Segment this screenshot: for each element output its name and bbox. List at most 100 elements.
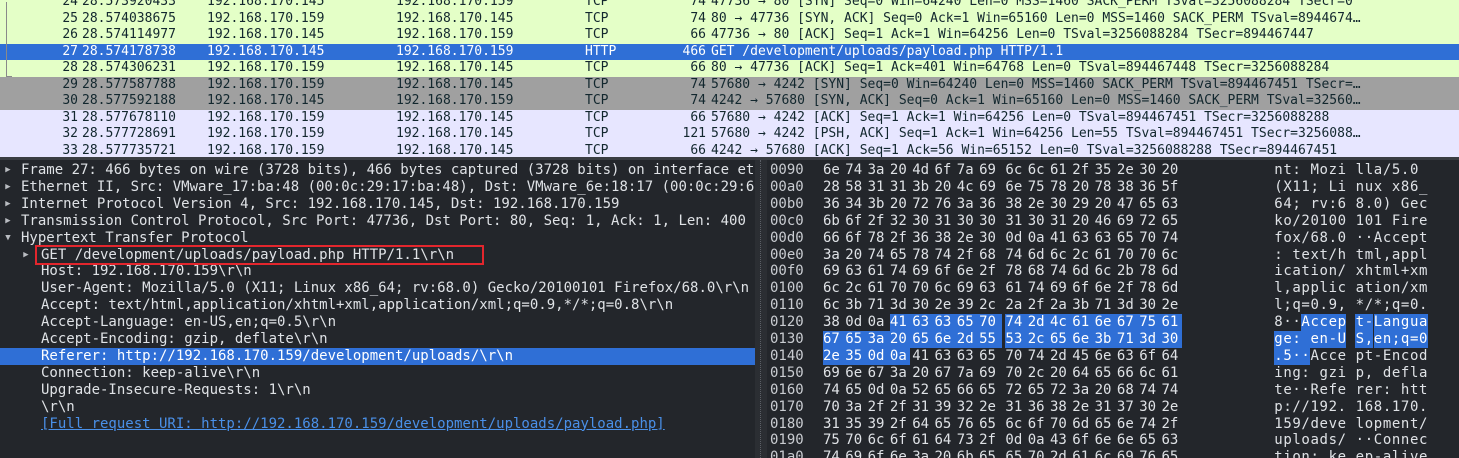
- hex-byte[interactable]: 6e: [1094, 314, 1118, 332]
- hex-byte[interactable]: 0a: [889, 347, 910, 365]
- hex-byte[interactable]: 66: [957, 382, 977, 399]
- ascii-char[interactable]: 1: [1374, 213, 1383, 230]
- ascii-char[interactable]: -: [1374, 449, 1383, 458]
- hex-byte[interactable]: 63: [912, 314, 936, 332]
- ascii-char[interactable]: _: [1419, 179, 1428, 196]
- ascii-char[interactable]: p: [1301, 280, 1310, 297]
- ascii-char[interactable]: t: [1364, 280, 1373, 297]
- hex-byte[interactable]: 72: [912, 196, 932, 213]
- ascii-char[interactable]: *: [1355, 297, 1364, 314]
- ascii-char[interactable]: a: [1392, 247, 1401, 264]
- ascii-char[interactable]: a: [1383, 449, 1392, 458]
- hex-byte[interactable]: 34: [845, 196, 865, 213]
- ascii-char[interactable]: /: [1301, 399, 1310, 416]
- ascii-char[interactable]: a: [1292, 263, 1301, 280]
- ascii-char[interactable]: .: [1383, 399, 1392, 416]
- hex-byte[interactable]: 67: [1116, 314, 1140, 332]
- ascii-char[interactable]: *: [1374, 297, 1383, 314]
- ascii-char[interactable]: 6: [1310, 230, 1319, 247]
- ascii-char[interactable]: p: [1410, 247, 1419, 264]
- hex-byte[interactable]: 35: [845, 416, 865, 433]
- ascii-char[interactable]: x: [1410, 263, 1419, 280]
- ascii-char[interactable]: t: [1274, 382, 1283, 399]
- ascii-char[interactable]: [1392, 196, 1401, 213]
- ascii-char[interactable]: 9: [1292, 416, 1301, 433]
- ascii-char[interactable]: 1: [1355, 213, 1364, 230]
- ascii-char[interactable]: e: [1410, 432, 1419, 449]
- ascii-char[interactable]: t: [1410, 382, 1419, 399]
- ascii-char[interactable]: q: [1292, 297, 1301, 314]
- hex-byte[interactable]: 65: [1139, 196, 1159, 213]
- hex-byte[interactable]: 71: [1095, 297, 1115, 314]
- hex-byte[interactable]: 63: [1117, 348, 1137, 365]
- hex-byte[interactable]: 0d: [1005, 230, 1025, 247]
- ascii-char[interactable]: ,: [1283, 280, 1292, 297]
- tree-leaf[interactable]: Accept-Language: en-US,en;q=0.5\r\n: [0, 314, 755, 331]
- hex-byte[interactable]: 41: [1050, 230, 1070, 247]
- ascii-char[interactable]: e: [1419, 213, 1428, 230]
- ascii-char[interactable]: n: [1328, 263, 1337, 280]
- hex-byte[interactable]: 72: [1005, 382, 1025, 399]
- ascii-char[interactable]: /: [1419, 416, 1428, 433]
- ascii-char[interactable]: 2: [1301, 213, 1310, 230]
- hex-byte[interactable]: 3a: [957, 196, 977, 213]
- ascii-char[interactable]: n: [1401, 432, 1410, 449]
- ascii-char[interactable]: [1301, 331, 1311, 348]
- ascii-char[interactable]: t: [1283, 162, 1292, 179]
- ascii-char[interactable]: L: [1328, 179, 1337, 196]
- hex-byte[interactable]: 20: [1072, 213, 1092, 230]
- ascii-char[interactable]: n: [1301, 449, 1310, 458]
- hex-byte[interactable]: 2f: [957, 247, 977, 264]
- hex-byte[interactable]: 30: [1139, 162, 1159, 179]
- ascii-char[interactable]: l: [1319, 280, 1328, 297]
- hex-byte[interactable]: 3a: [1072, 382, 1092, 399]
- ascii-char[interactable]: 0: [1410, 297, 1419, 314]
- ascii-char[interactable]: p: [1337, 314, 1347, 332]
- hex-byte[interactable]: 38: [1117, 179, 1137, 196]
- hex-byte[interactable]: 36: [1028, 399, 1048, 416]
- ascii-char[interactable]: x: [1410, 280, 1419, 297]
- ascii-char[interactable]: z: [1328, 365, 1337, 382]
- ascii-char[interactable]: [1319, 449, 1328, 458]
- ascii-char[interactable]: h: [1364, 263, 1373, 280]
- hex-byte[interactable]: 69: [845, 449, 865, 458]
- hex-byte[interactable]: 67: [868, 365, 888, 382]
- hex-byte[interactable]: 3b: [868, 196, 888, 213]
- hex-byte[interactable]: 71: [1116, 331, 1140, 348]
- ascii-char[interactable]: [1383, 179, 1392, 196]
- ascii-char[interactable]: l: [1274, 297, 1283, 314]
- ascii-char[interactable]: C: [1374, 432, 1383, 449]
- hex-byte[interactable]: 6f: [845, 213, 865, 230]
- ascii-char[interactable]: a: [1382, 314, 1392, 332]
- hex-byte[interactable]: 61: [868, 263, 888, 280]
- ascii-char[interactable]: o: [1283, 213, 1292, 230]
- hex-byte[interactable]: 74: [1005, 247, 1025, 264]
- ascii-char[interactable]: (: [1274, 179, 1283, 196]
- packet-row[interactable]: 32 28.577728691 192.168.170.159 192.168.170…: [0, 126, 1459, 143]
- ascii-char[interactable]: i: [1274, 263, 1283, 280]
- ascii-char[interactable]: e: [1283, 382, 1292, 399]
- ascii-char[interactable]: n: [1392, 348, 1401, 365]
- ascii-char[interactable]: -: [1364, 314, 1374, 332]
- hex-byte[interactable]: 74: [1050, 263, 1070, 280]
- hex-byte[interactable]: 36: [823, 196, 843, 213]
- hex-byte[interactable]: 20: [1162, 162, 1182, 179]
- ascii-char[interactable]: 5: [1392, 162, 1401, 179]
- ascii-char[interactable]: g: [1400, 314, 1410, 332]
- ascii-char[interactable]: o: [1364, 416, 1373, 433]
- hex-byte[interactable]: 65: [979, 348, 999, 365]
- packet-row[interactable]: 30 28.577592188 192.168.170.145 192.168.170…: [0, 93, 1459, 110]
- ascii-char[interactable]: v: [1410, 449, 1419, 458]
- hex-byte[interactable]: 7a: [957, 365, 977, 382]
- hex-byte[interactable]: 65: [912, 331, 936, 348]
- packet-row[interactable]: 26 28.574114977 192.168.170.145 192.168.170…: [0, 27, 1459, 44]
- hex-byte[interactable]: 6c: [1095, 449, 1115, 458]
- hex-byte[interactable]: 38: [1050, 399, 1070, 416]
- ascii-char[interactable]: ;: [1310, 179, 1319, 196]
- ascii-char[interactable]: o: [1383, 280, 1392, 297]
- hex-byte[interactable]: 68: [1028, 263, 1048, 280]
- hex-byte[interactable]: 70: [1050, 416, 1070, 433]
- hex-byte[interactable]: 2a: [1005, 297, 1025, 314]
- hex-byte[interactable]: 2a: [1050, 297, 1070, 314]
- ascii-char[interactable]: =: [1409, 331, 1419, 348]
